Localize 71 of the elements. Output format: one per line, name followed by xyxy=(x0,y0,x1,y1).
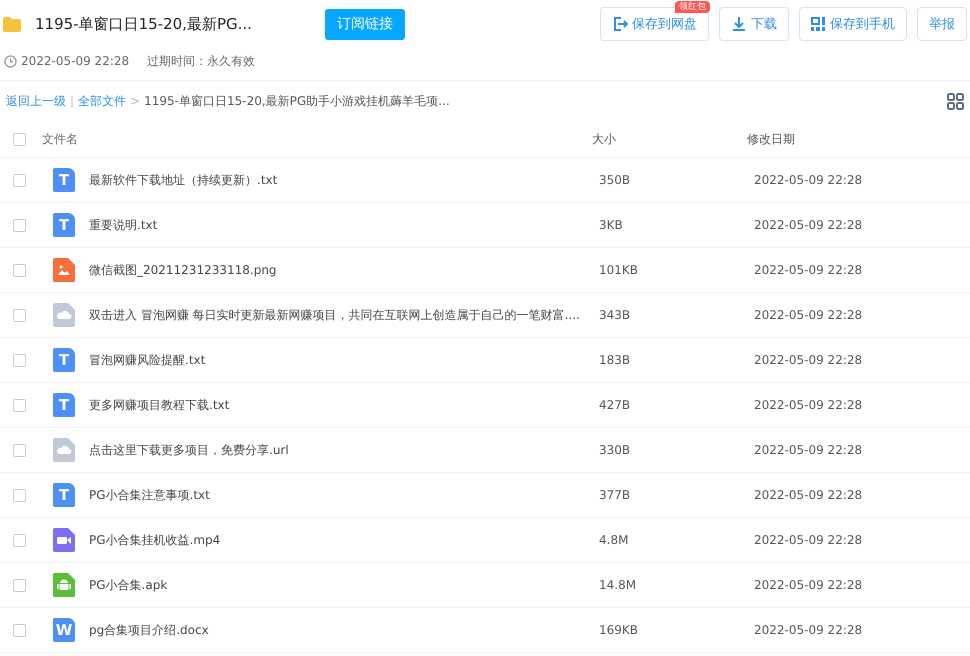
expiry-text: 过期时间：永久有效 xyxy=(147,52,256,70)
row-checkbox[interactable] xyxy=(13,578,26,592)
text-file-icon: T xyxy=(53,168,75,192)
row-checkbox[interactable] xyxy=(13,534,26,546)
file-name[interactable]: PG小合集.apk xyxy=(75,576,599,594)
column-header: 大小 xyxy=(592,130,617,148)
modified-date: 2022-05-09 22:28 xyxy=(754,488,862,502)
qr-code-icon xyxy=(811,16,826,32)
modified-date: 2022-05-09 22:28 xyxy=(754,443,862,457)
file-name[interactable]: 最新软件下载地址（持续更新）.txt xyxy=(75,172,599,188)
row-checkbox[interactable] xyxy=(13,398,26,412)
file-name[interactable]: 微信截图_20211231233118.png xyxy=(75,262,599,278)
image-file-icon xyxy=(53,258,75,282)
file-size: 101KB xyxy=(599,263,640,277)
file-name[interactable]: pg合集项目介绍.docx xyxy=(75,622,599,638)
modified-date: 2022-05-09 22:28 xyxy=(754,218,862,232)
separator-text: | xyxy=(70,94,74,108)
text-file-icon: T xyxy=(53,393,75,417)
download-icon xyxy=(731,16,747,32)
modified-date: 2022-05-09 22:28 xyxy=(754,263,862,277)
file-name[interactable]: 点击这里下载更多项目，免费分享.url xyxy=(75,442,599,458)
select-all-checkbox[interactable] xyxy=(13,132,26,146)
modified-date: 2022-05-09 22:28 xyxy=(754,308,862,322)
row-checkbox[interactable] xyxy=(13,218,26,232)
file-name[interactable]: 双击进入 冒泡网赚 每日实时更新最新网赚项目，共同在互联网上创造属于自己的一笔财富.... xyxy=(75,306,599,324)
file-size: 169KB xyxy=(599,623,640,637)
modified-date: 2022-05-09 22:28 xyxy=(754,533,862,547)
file-size: 343B xyxy=(599,308,632,322)
row-checkbox[interactable] xyxy=(13,174,26,186)
file-size: 14.8M xyxy=(599,578,638,592)
android-file-icon xyxy=(53,573,75,597)
video-file-icon xyxy=(53,528,75,552)
word-file-icon: W xyxy=(53,618,75,642)
share-title: 1195-单窗口日15-20,最新PG... xyxy=(35,14,253,34)
row-checkbox[interactable] xyxy=(13,354,26,366)
file-size: 427B xyxy=(599,398,632,412)
modified-date: 2022-05-09 22:28 xyxy=(754,578,862,592)
row-checkbox[interactable] xyxy=(13,624,26,636)
text-file-icon: T xyxy=(53,213,75,237)
text-file-icon: T xyxy=(53,348,75,372)
folder-icon xyxy=(3,16,21,32)
column-header: 修改日期 xyxy=(747,130,795,148)
column-header: 文件名 xyxy=(42,130,79,148)
row-checkbox[interactable] xyxy=(13,444,26,456)
file-name[interactable]: 重要说明.txt xyxy=(75,216,599,234)
file-name[interactable]: PG小合集挂机收益.mp4 xyxy=(75,532,599,548)
file-size: 377B xyxy=(599,488,632,502)
file-size: 4.8M xyxy=(599,533,630,547)
cloud-file-icon xyxy=(53,438,75,462)
share-date: 2022-05-09 22:28 xyxy=(21,54,130,68)
grid-view-icon[interactable] xyxy=(947,92,964,110)
file-name[interactable]: PG小合集注意事项.txt xyxy=(75,486,599,504)
modified-date: 2022-05-09 22:28 xyxy=(754,398,862,412)
cloud-file-icon xyxy=(53,303,75,327)
file-size: 3KB xyxy=(599,218,624,232)
row-checkbox[interactable] xyxy=(13,264,26,276)
chevron-text: > xyxy=(130,94,140,108)
export-icon xyxy=(612,16,628,32)
modified-date: 2022-05-09 22:28 xyxy=(754,353,862,367)
current-folder: 1195-单窗口日15-20,最新PG助手小游戏挂机薅羊毛项... xyxy=(144,92,450,110)
modified-date: 2022-05-09 22:28 xyxy=(754,173,862,187)
file-size: 183B xyxy=(599,353,632,367)
modified-date: 2022-05-09 22:28 xyxy=(754,623,862,637)
file-name[interactable]: 冒泡网赚风险提醒.txt xyxy=(75,352,599,368)
row-checkbox[interactable] xyxy=(13,308,26,322)
file-size: 330B xyxy=(599,443,632,457)
text-file-icon: T xyxy=(53,483,75,507)
clock-icon xyxy=(4,54,17,68)
row-checkbox[interactable] xyxy=(13,488,26,502)
file-name[interactable]: 更多网赚项目教程下载.txt xyxy=(75,396,599,414)
file-size: 350B xyxy=(599,173,632,187)
